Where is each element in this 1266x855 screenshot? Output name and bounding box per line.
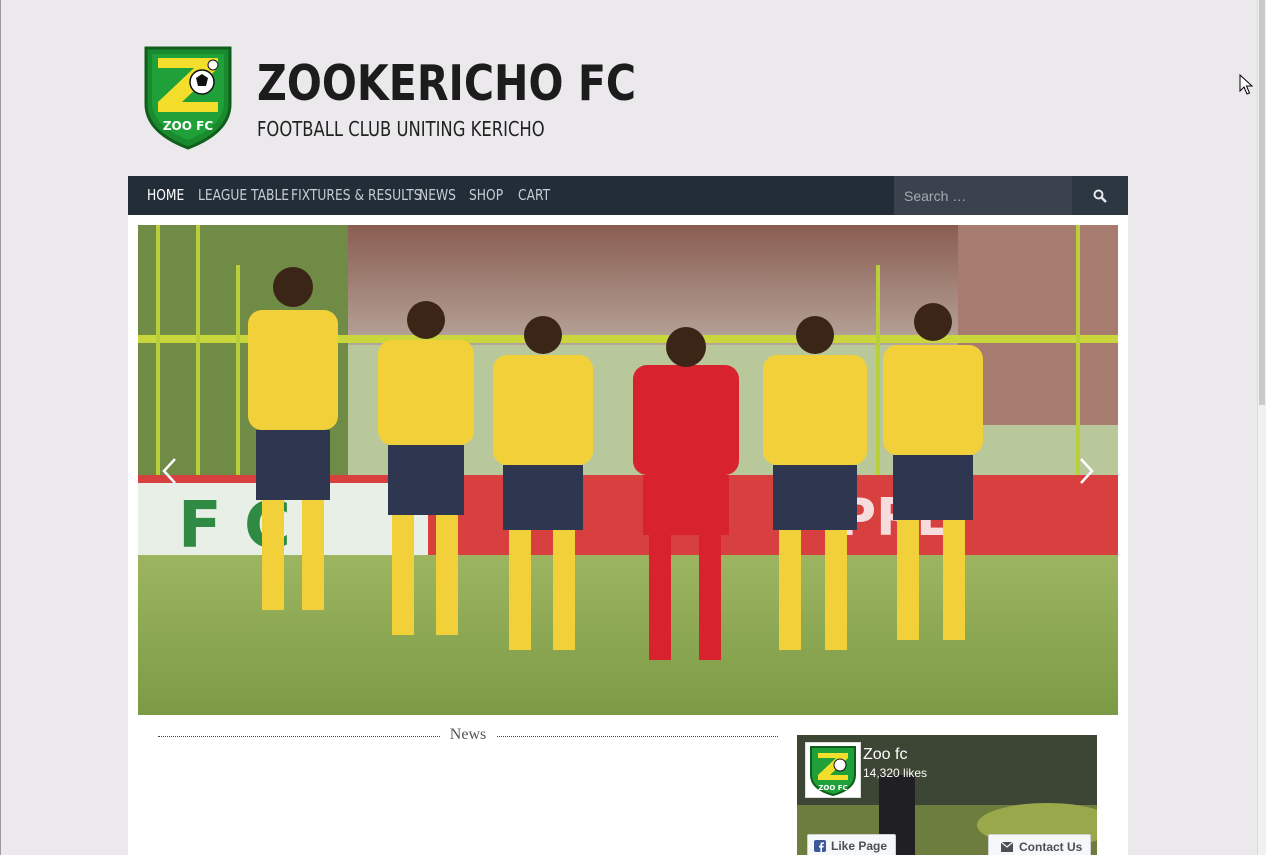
logo-text: ZOO FC	[163, 119, 213, 133]
fb-like-label: Like Page	[831, 839, 888, 853]
search-icon	[1093, 189, 1107, 203]
club-logo-small: ZOO FC	[810, 746, 856, 797]
mouse-pointer-icon	[1239, 73, 1254, 101]
nav-fixtures-results[interactable]: FIXTURES & RESULTS	[291, 176, 422, 215]
club-logo[interactable]: ZOO FC	[142, 44, 234, 150]
facebook-page-widget[interactable]: ZOO FC Zoo fc 14,320 likes Like Page Con…	[797, 735, 1097, 855]
news-heading: News	[158, 726, 778, 744]
site-tagline: FOOTBALL CLUB UNITING KERICHO	[257, 117, 545, 141]
slider-prev-button[interactable]	[158, 455, 182, 487]
envelope-icon	[1001, 842, 1013, 852]
scrollbar-thumb[interactable]	[1259, 0, 1265, 405]
nav-shop[interactable]: SHOP	[469, 176, 503, 215]
facebook-icon	[814, 840, 826, 852]
chevron-right-icon	[1080, 458, 1094, 484]
fb-like-page-button[interactable]: Like Page	[807, 834, 897, 855]
fb-contact-label: Contact Us	[1019, 840, 1083, 854]
window-edge	[0, 0, 1, 855]
search-input[interactable]	[894, 176, 1072, 215]
team-photo: F C PRE	[138, 225, 1118, 715]
news-section-header: News	[158, 726, 778, 748]
small-logo-text: ZOO FC	[818, 784, 847, 792]
main-navigation: HOME LEAGUE TABLE FIXTURES & RESULTS NEW…	[128, 176, 1128, 215]
news-heading-text: News	[439, 726, 497, 743]
fb-likes-count: 14,320 likes	[863, 766, 928, 780]
nav-home[interactable]: HOME	[147, 176, 184, 215]
site-header: ZOO FC ZOOKERICHO FC FOOTBALL CLUB UNITI…	[128, 0, 1128, 176]
chevron-left-icon	[162, 458, 176, 484]
fb-page-avatar[interactable]: ZOO FC	[805, 742, 861, 798]
site-title[interactable]: ZOOKERICHO FC	[257, 55, 636, 112]
nav-news[interactable]: NEWS	[419, 176, 456, 215]
fb-page-name[interactable]: Zoo fc	[863, 746, 907, 764]
slider-next-button[interactable]	[1074, 455, 1098, 487]
nav-league-table[interactable]: LEAGUE TABLE	[198, 176, 289, 215]
nav-cart[interactable]: CART	[518, 176, 550, 215]
hero-slider[interactable]: F C PRE	[138, 225, 1118, 715]
main-content: F C PRE	[128, 215, 1128, 855]
fb-contact-us-button[interactable]: Contact Us	[988, 834, 1092, 855]
search-button[interactable]	[1072, 176, 1128, 215]
page-scrollbar[interactable]	[1257, 0, 1266, 855]
